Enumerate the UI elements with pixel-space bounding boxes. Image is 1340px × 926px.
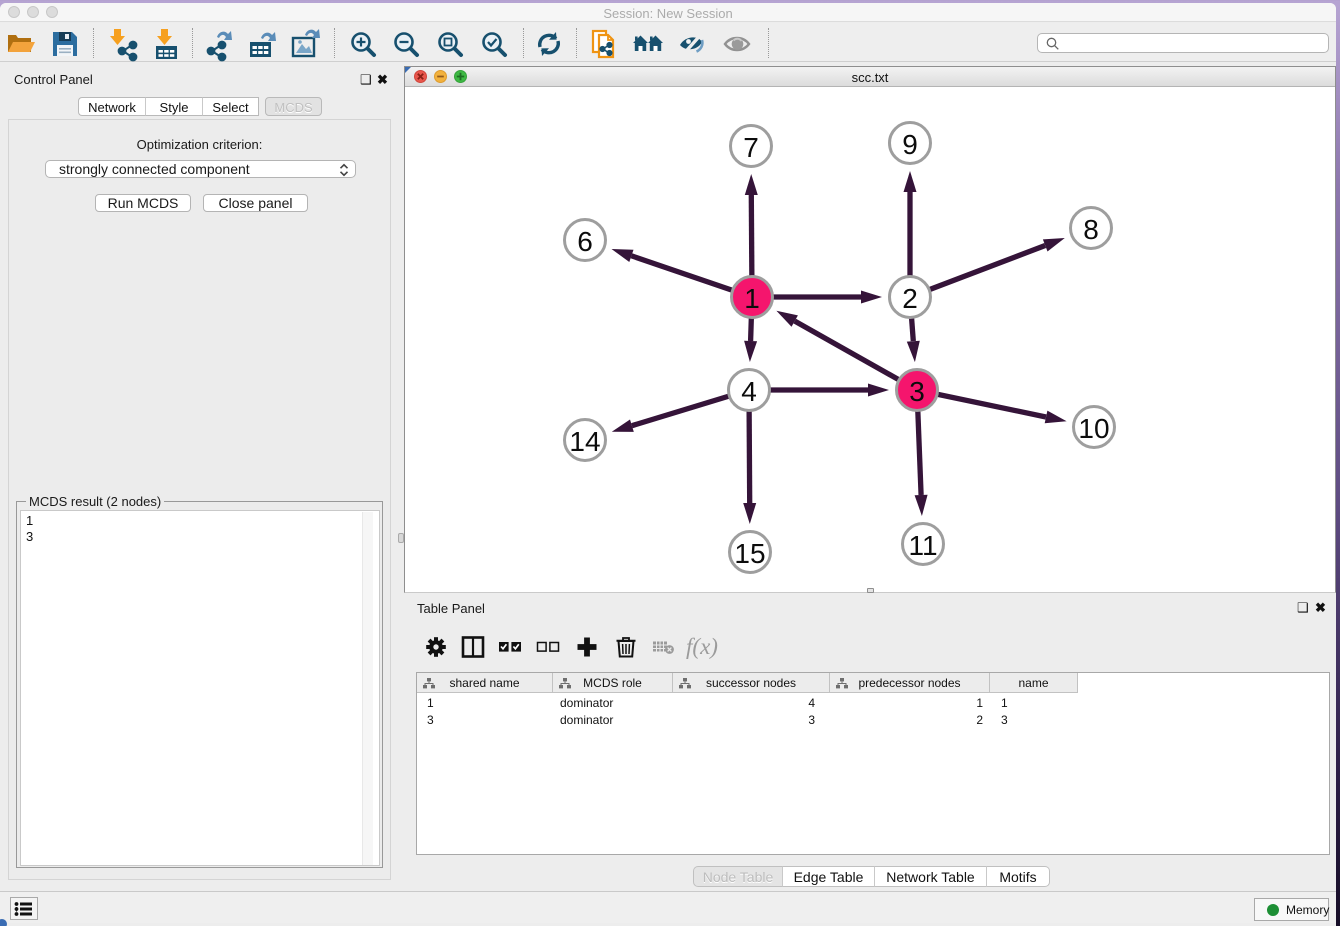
svg-text:4: 4	[741, 376, 757, 407]
svg-text:1: 1	[744, 283, 760, 314]
svg-text:f(x): f(x)	[686, 634, 718, 659]
svg-text:15: 15	[734, 538, 765, 569]
svg-text:7: 7	[743, 132, 759, 163]
svg-text:8: 8	[1083, 214, 1099, 245]
svg-text:9: 9	[902, 129, 918, 160]
svg-text:2: 2	[902, 283, 918, 314]
svg-text:6: 6	[577, 226, 593, 257]
svg-text:11: 11	[908, 530, 937, 561]
svg-text:3: 3	[909, 376, 925, 407]
svg-text:10: 10	[1078, 413, 1109, 444]
svg-text:14: 14	[569, 426, 600, 457]
